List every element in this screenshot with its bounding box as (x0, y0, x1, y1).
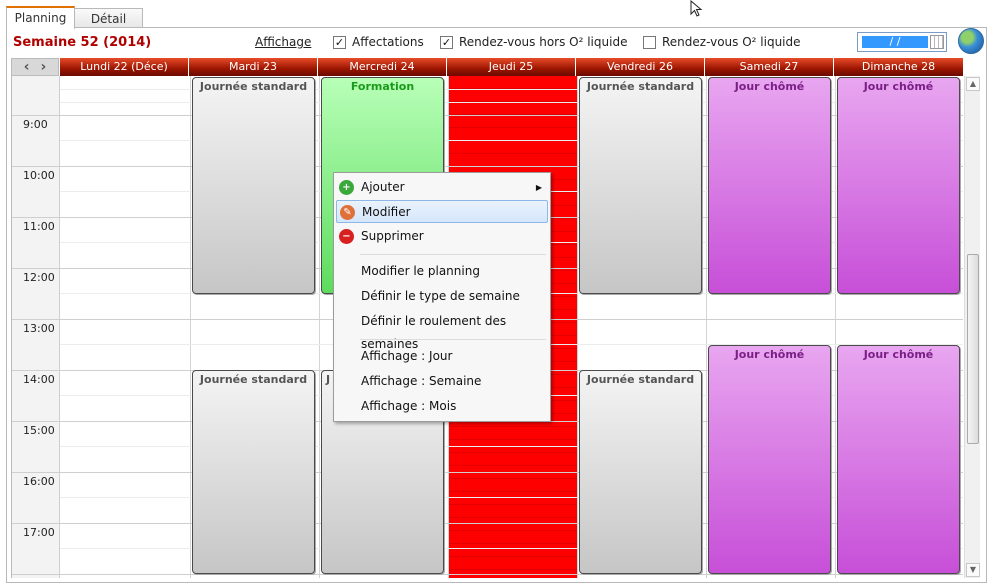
vertical-scrollbar[interactable]: ▲ ▼ (964, 76, 980, 578)
column-divider (319, 76, 320, 578)
menu-item-affichage-jour[interactable]: Affichage : Jour (336, 345, 548, 368)
time-label: 10:00 (23, 169, 55, 182)
event-jour-chome[interactable]: Jour chômé (708, 77, 831, 294)
day-header-saturday[interactable]: Samedi 27 (705, 58, 834, 76)
column-divider (190, 76, 191, 578)
time-label: 13:00 (23, 322, 55, 335)
scroll-up-icon[interactable]: ▲ (966, 77, 980, 91)
context-menu: + Ajouter ▶ ✎ Modifier − Supprimer Modif… (333, 172, 551, 422)
checkbox-unchecked-icon[interactable] (643, 35, 656, 49)
menu-item-type-semaine[interactable]: Définir le type de semaine (336, 285, 548, 308)
column-divider (577, 76, 578, 578)
affectations-label: Affectations (352, 35, 424, 49)
submenu-arrow-icon: ▶ (535, 183, 542, 192)
menu-item-ajouter[interactable]: + Ajouter ▶ (336, 176, 548, 199)
day-header-wednesday[interactable]: Mercredi 24 (318, 58, 447, 76)
column-divider (706, 76, 707, 578)
event-jour-chome[interactable]: Jour chômé (837, 77, 960, 294)
menu-item-affichage-semaine[interactable]: Affichage : Semaine (336, 370, 548, 393)
chevron-left-icon[interactable]: ‹ (24, 59, 30, 75)
week-nav: ‹ › (11, 58, 59, 76)
rdv-o2-label: Rendez-vous O² liquide (662, 35, 801, 49)
day-header-thursday[interactable]: Jeudi 25 (447, 58, 576, 76)
rdv-o2-checkbox[interactable]: Rendez-vous O² liquide (643, 35, 801, 49)
affectations-checkbox[interactable]: ✓ Affectations (333, 35, 424, 49)
menu-item-modifier-planning[interactable]: Modifier le planning (336, 260, 548, 283)
tab-planning[interactable]: Planning (6, 6, 75, 29)
menu-item-supprimer[interactable]: − Supprimer (336, 225, 548, 248)
scroll-thumb[interactable] (967, 254, 979, 444)
menu-item-roulement[interactable]: Définir le roulement des semaines (336, 310, 548, 351)
tab-detail[interactable]: Détail (74, 8, 143, 28)
date-input-value[interactable]: / / (862, 36, 928, 48)
menu-separator (360, 254, 546, 255)
checkbox-checked-icon[interactable]: ✓ (440, 35, 453, 49)
day-header-friday[interactable]: Vendredi 26 (576, 58, 705, 76)
week-title: Semaine 52 (2014) (13, 35, 152, 50)
event-jour-chome[interactable]: Jour chômé (837, 345, 960, 574)
rdv-hors-o2-checkbox[interactable]: ✓ Rendez-vous hors O² liquide (440, 35, 627, 49)
scroll-down-icon[interactable]: ▼ (966, 563, 980, 577)
add-icon: + (339, 180, 354, 195)
event-journee-standard[interactable]: Journée standard (192, 370, 315, 574)
date-input[interactable]: / / (857, 32, 947, 52)
event-journee-standard[interactable]: Journée standard (192, 77, 315, 294)
mouse-cursor-icon (690, 0, 703, 17)
time-label: 17:00 (23, 526, 55, 539)
menu-item-affichage-mois[interactable]: Affichage : Mois (336, 395, 548, 418)
event-journee-standard[interactable]: Journée standard (579, 370, 702, 574)
globe-icon[interactable] (958, 28, 984, 54)
time-label: 11:00 (23, 220, 55, 233)
calendar-icon[interactable] (930, 35, 944, 49)
edit-icon: ✎ (340, 205, 355, 220)
menu-separator (360, 339, 546, 340)
day-header-monday[interactable]: Lundi 22 (Déce) (60, 58, 189, 76)
affichage-link[interactable]: Affichage (255, 35, 311, 49)
time-label: 16:00 (23, 475, 55, 488)
rdv-hors-o2-label: Rendez-vous hors O² liquide (459, 35, 628, 49)
menu-item-label: Supprimer (361, 229, 424, 243)
event-journee-standard[interactable]: Journée standard (579, 77, 702, 294)
menu-item-label: Modifier (362, 205, 411, 219)
menu-item-label: Ajouter (361, 180, 405, 194)
time-label: 14:00 (23, 373, 55, 386)
chevron-right-icon[interactable]: › (40, 59, 46, 75)
checkbox-checked-icon[interactable]: ✓ (333, 35, 346, 49)
column-divider (835, 76, 836, 578)
day-header-tuesday[interactable]: Mardi 23 (189, 58, 318, 76)
time-label: 12:00 (23, 271, 55, 284)
menu-item-modifier[interactable]: ✎ Modifier (336, 200, 548, 223)
time-label: 9:00 (23, 118, 48, 131)
event-jour-chome[interactable]: Jour chômé (708, 345, 831, 574)
day-header-sunday[interactable]: Dimanche 28 (834, 58, 963, 76)
time-label: 15:00 (23, 424, 55, 437)
grid-line (12, 574, 963, 575)
delete-icon: − (339, 229, 354, 244)
